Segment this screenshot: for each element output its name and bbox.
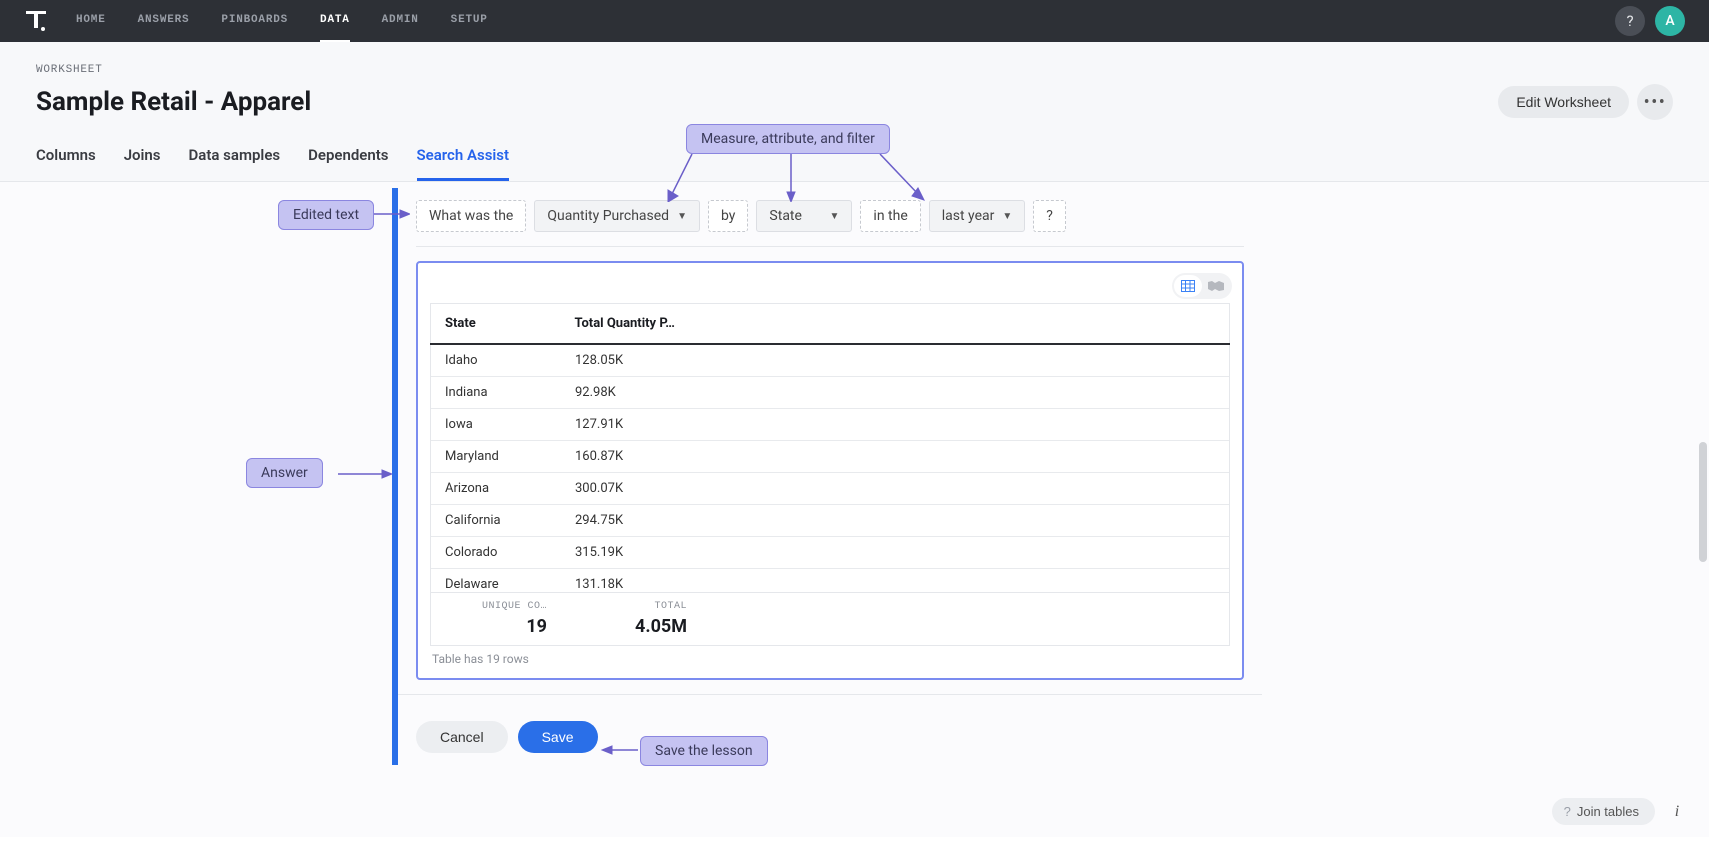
measure-value: Quantity Purchased: [547, 208, 669, 224]
cell-quantity: 131.18K: [561, 569, 701, 594]
cancel-button[interactable]: Cancel: [416, 721, 508, 753]
action-row: Cancel Save: [398, 694, 1262, 765]
query-text-4[interactable]: ?: [1033, 200, 1066, 232]
col-header-blank: [701, 304, 1230, 345]
nav-data[interactable]: DATA: [320, 0, 350, 42]
help-icon: ?: [1564, 804, 1571, 819]
arrow-icon: [336, 466, 392, 482]
tab-columns[interactable]: Columns: [36, 146, 96, 181]
cell-quantity: 294.75K: [561, 505, 701, 537]
nav-admin[interactable]: ADMIN: [382, 0, 419, 42]
attribute-dropdown[interactable]: State ▼: [756, 200, 852, 232]
table-icon: [1181, 280, 1195, 292]
cell-state: Maryland: [431, 441, 561, 473]
total-value: 4.05M: [575, 616, 687, 637]
tab-data-samples[interactable]: Data samples: [189, 146, 281, 181]
table-footer: UNIQUE CO… 19 TOTAL 4.05M: [430, 593, 1230, 646]
chevron-down-icon: ▼: [1002, 211, 1012, 222]
table-row[interactable]: Indiana92.98K: [431, 377, 1229, 409]
cell-quantity: 92.98K: [561, 377, 701, 409]
tab-joins[interactable]: Joins: [124, 146, 161, 181]
table-row[interactable]: Maryland160.87K: [431, 441, 1229, 473]
cell-state: Colorado: [431, 537, 561, 569]
nav-links: HOME ANSWERS PINBOARDS DATA ADMIN SETUP: [76, 0, 488, 42]
nav-pinboards[interactable]: PINBOARDS: [221, 0, 288, 42]
more-menu-button[interactable]: •••: [1637, 84, 1673, 120]
attribute-value: State: [769, 208, 802, 224]
cell-state: Indiana: [431, 377, 561, 409]
cell-quantity: 160.87K: [561, 441, 701, 473]
filter-value: last year: [942, 208, 995, 224]
result-table: State Total Quantity P…: [430, 303, 1230, 345]
filter-dropdown[interactable]: last year ▼: [929, 200, 1026, 232]
arrow-icon: [666, 152, 696, 202]
table-body-scroll[interactable]: Idaho128.05KIndiana92.98KIowa127.91KMary…: [430, 345, 1230, 593]
cell-state: Idaho: [431, 345, 561, 377]
query-builder: What was the Quantity Purchased ▼ by Sta…: [398, 188, 1262, 242]
tab-dependents[interactable]: Dependents: [308, 146, 388, 181]
map-icon: [1207, 280, 1225, 292]
arrow-icon: [786, 152, 796, 202]
callout-answer: Answer: [246, 458, 323, 488]
table-row[interactable]: Arizona300.07K: [431, 473, 1229, 505]
tab-search-assist[interactable]: Search Assist: [417, 146, 510, 181]
cell-state: Arizona: [431, 473, 561, 505]
cell-quantity: 300.07K: [561, 473, 701, 505]
table-row[interactable]: California294.75K: [431, 505, 1229, 537]
save-button[interactable]: Save: [518, 721, 598, 753]
chevron-down-icon: ▼: [830, 211, 840, 222]
nav-answers[interactable]: ANSWERS: [138, 0, 190, 42]
cell-state: Iowa: [431, 409, 561, 441]
table-row[interactable]: Iowa127.91K: [431, 409, 1229, 441]
cell-state: California: [431, 505, 561, 537]
join-tables-button[interactable]: ? Join tables: [1552, 798, 1655, 825]
cell-state: Delaware: [431, 569, 561, 594]
unique-count-value: 19: [445, 616, 547, 637]
nav-setup[interactable]: SETUP: [451, 0, 488, 42]
page-title: Sample Retail - Apparel: [36, 87, 311, 117]
avatar[interactable]: A: [1655, 6, 1685, 36]
join-tables-label: Join tables: [1577, 804, 1639, 819]
col-header-quantity[interactable]: Total Quantity P…: [561, 304, 701, 345]
breadcrumb: WORKSHEET: [36, 64, 1673, 76]
chevron-down-icon: ▼: [677, 211, 687, 222]
measure-dropdown[interactable]: Quantity Purchased ▼: [534, 200, 700, 232]
help-button[interactable]: ?: [1615, 6, 1645, 36]
answer-panel: State Total Quantity P… Idaho128.05KIndi…: [416, 261, 1244, 680]
callout-edited-text: Edited text: [278, 200, 374, 230]
lesson-card: What was the Quantity Purchased ▼ by Sta…: [392, 188, 1262, 765]
viz-toggle: [1172, 273, 1232, 299]
table-row[interactable]: Delaware131.18K: [431, 569, 1229, 594]
info-icon: i: [1675, 803, 1679, 821]
ellipsis-icon: •••: [1644, 92, 1667, 113]
viz-table-button[interactable]: [1174, 275, 1202, 297]
cell-quantity: 128.05K: [561, 345, 701, 377]
query-text-1[interactable]: What was the: [416, 200, 526, 232]
content: What was the Quantity Purchased ▼ by Sta…: [0, 182, 1709, 837]
edit-worksheet-button[interactable]: Edit Worksheet: [1498, 86, 1629, 118]
callout-save-lesson: Save the lesson: [640, 736, 768, 766]
table-row[interactable]: Colorado315.19K: [431, 537, 1229, 569]
arrow-icon: [876, 152, 926, 202]
total-label: TOTAL: [575, 601, 687, 612]
query-text-3[interactable]: in the: [860, 200, 920, 232]
app-logo[interactable]: [24, 9, 48, 33]
col-header-state[interactable]: State: [431, 304, 561, 345]
cell-quantity: 127.91K: [561, 409, 701, 441]
top-nav: HOME ANSWERS PINBOARDS DATA ADMIN SETUP …: [0, 0, 1709, 42]
info-button[interactable]: i: [1665, 800, 1689, 824]
page-header: WORKSHEET Sample Retail - Apparel Edit W…: [0, 42, 1709, 182]
nav-home[interactable]: HOME: [76, 0, 106, 42]
divider: [416, 246, 1244, 247]
callout-measure-attribute-filter: Measure, attribute, and filter: [686, 124, 890, 154]
query-text-2[interactable]: by: [708, 200, 748, 232]
scrollbar[interactable]: [1699, 442, 1707, 562]
unique-count-label: UNIQUE CO…: [445, 601, 547, 612]
arrow-icon: [600, 742, 640, 758]
table-row[interactable]: Idaho128.05K: [431, 345, 1229, 377]
cell-quantity: 315.19K: [561, 537, 701, 569]
row-count-text: Table has 19 rows: [430, 646, 1230, 666]
viz-map-button[interactable]: [1202, 275, 1230, 297]
